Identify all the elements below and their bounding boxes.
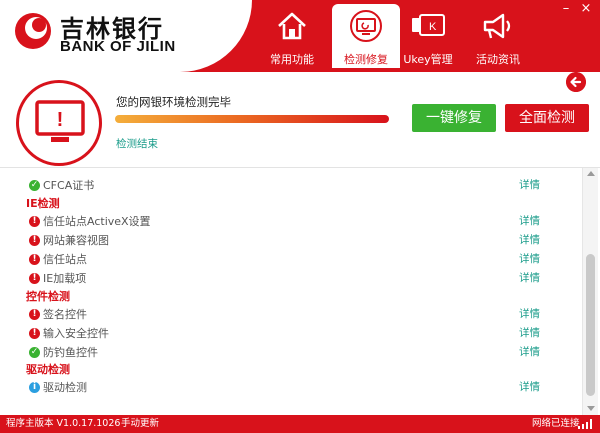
tab-label: 检测修复 — [344, 53, 388, 66]
logo-area: 吉林银行 BANK OF JILIN — [0, 0, 252, 72]
list-item: ! 输入安全控件 详情 — [0, 324, 580, 343]
vertical-scrollbar[interactable] — [582, 168, 598, 415]
status-subtitle: 检测结束 — [116, 138, 158, 150]
list-item: i 驱动检测 详情 — [0, 378, 580, 397]
error-icon: ! — [29, 254, 40, 265]
item-label: 输入安全控件 — [43, 327, 109, 340]
scroll-down-icon[interactable] — [587, 406, 595, 411]
section-title-controls: 控件检测 — [26, 290, 70, 303]
section-title-ie: IE检测 — [26, 197, 60, 210]
full-scan-button[interactable]: 全面检测 — [505, 104, 589, 132]
list-item: ! 信任站点 详情 — [0, 250, 580, 269]
version-label: 程序主版本 V1.0.17.1026 — [6, 418, 121, 429]
status-title: 您的网银环境检测完毕 — [116, 95, 231, 109]
status-bar: 程序主版本 V1.0.17.1026 手动更新 网络已连接 — [0, 415, 600, 433]
tab-activity-news[interactable]: 活动资讯 — [464, 0, 532, 72]
item-label: 防钓鱼控件 — [43, 346, 98, 359]
app-header: 吉林银行 BANK OF JILIN 常用功能 检测修复 K Ukey管理 活动… — [0, 0, 600, 72]
one-click-fix-button[interactable]: 一键修复 — [412, 104, 496, 132]
details-link[interactable]: 详情 — [519, 343, 540, 362]
error-icon: ! — [29, 309, 40, 320]
details-link[interactable]: 详情 — [519, 305, 540, 324]
details-link[interactable]: 详情 — [519, 212, 540, 231]
scan-progress-bar — [115, 115, 389, 123]
error-icon: ! — [29, 216, 40, 227]
error-icon: ! — [29, 273, 40, 284]
item-label: 信任站点 — [43, 253, 87, 266]
minimize-button[interactable]: – — [558, 2, 574, 16]
network-status: 网络已连接 — [532, 418, 580, 429]
item-label: 签名控件 — [43, 308, 87, 321]
back-arrow-icon[interactable] — [566, 72, 586, 92]
list-item: ! IE加载项 详情 — [0, 269, 580, 288]
close-button[interactable]: × — [578, 2, 594, 16]
item-label: CFCA证书 — [43, 179, 95, 192]
detection-results-list: ✓ CFCA证书 详情 IE检测 ! 信任站点ActiveX设置 详情 ! 网站… — [0, 168, 600, 415]
details-link[interactable]: 详情 — [519, 378, 540, 397]
section-title-drivers: 驱动检测 — [26, 363, 70, 376]
list-item: ! 网站兼容视图 详情 — [0, 231, 580, 250]
home-icon — [278, 12, 306, 40]
details-link[interactable]: 详情 — [519, 250, 540, 269]
error-icon: ! — [29, 328, 40, 339]
brand-name-en: BANK OF JILIN — [60, 38, 176, 55]
detection-status-panel: ! 您的网银环境检测完毕 检测结束 一键修复 全面检测 — [0, 72, 600, 168]
status-circle: ! — [16, 80, 102, 166]
tab-common-functions[interactable]: 常用功能 — [258, 0, 326, 72]
signal-icon — [578, 419, 592, 429]
error-icon: ! — [29, 235, 40, 246]
monitor-refresh-icon — [350, 10, 382, 42]
info-icon: i — [29, 382, 40, 393]
scroll-thumb[interactable] — [586, 254, 595, 396]
manual-update-link[interactable]: 手动更新 — [121, 415, 159, 433]
bank-logo-icon — [15, 13, 51, 49]
details-link[interactable]: 详情 — [519, 231, 540, 250]
svg-text:K: K — [429, 21, 437, 33]
megaphone-icon — [483, 13, 511, 39]
details-link[interactable]: 详情 — [519, 269, 540, 288]
tab-ukey-management[interactable]: K Ukey管理 — [394, 0, 462, 72]
item-label: 网站兼容视图 — [43, 234, 109, 247]
svg-text:!: ! — [57, 109, 64, 131]
tab-label: Ukey管理 — [403, 53, 453, 66]
item-label: 驱动检测 — [43, 381, 87, 394]
ukey-icon: K — [412, 14, 445, 36]
list-item: ! 签名控件 详情 — [0, 305, 580, 324]
check-icon: ✓ — [29, 347, 40, 358]
details-link[interactable]: 详情 — [519, 176, 540, 195]
list-item: ✓ CFCA证书 详情 — [0, 176, 580, 195]
list-item: ✓ 防钓鱼控件 详情 — [0, 343, 580, 362]
item-label: 信任站点ActiveX设置 — [43, 215, 151, 228]
tab-label: 常用功能 — [270, 53, 314, 66]
details-link[interactable]: 详情 — [519, 324, 540, 343]
scroll-up-icon[interactable] — [587, 171, 595, 176]
monitor-warning-icon: ! — [35, 100, 85, 142]
item-label: IE加载项 — [43, 272, 87, 285]
list-item: ! 信任站点ActiveX设置 详情 — [0, 212, 580, 231]
tab-label: 活动资讯 — [476, 53, 520, 66]
check-icon: ✓ — [29, 180, 40, 191]
tab-detect-repair[interactable]: 检测修复 — [332, 4, 400, 68]
